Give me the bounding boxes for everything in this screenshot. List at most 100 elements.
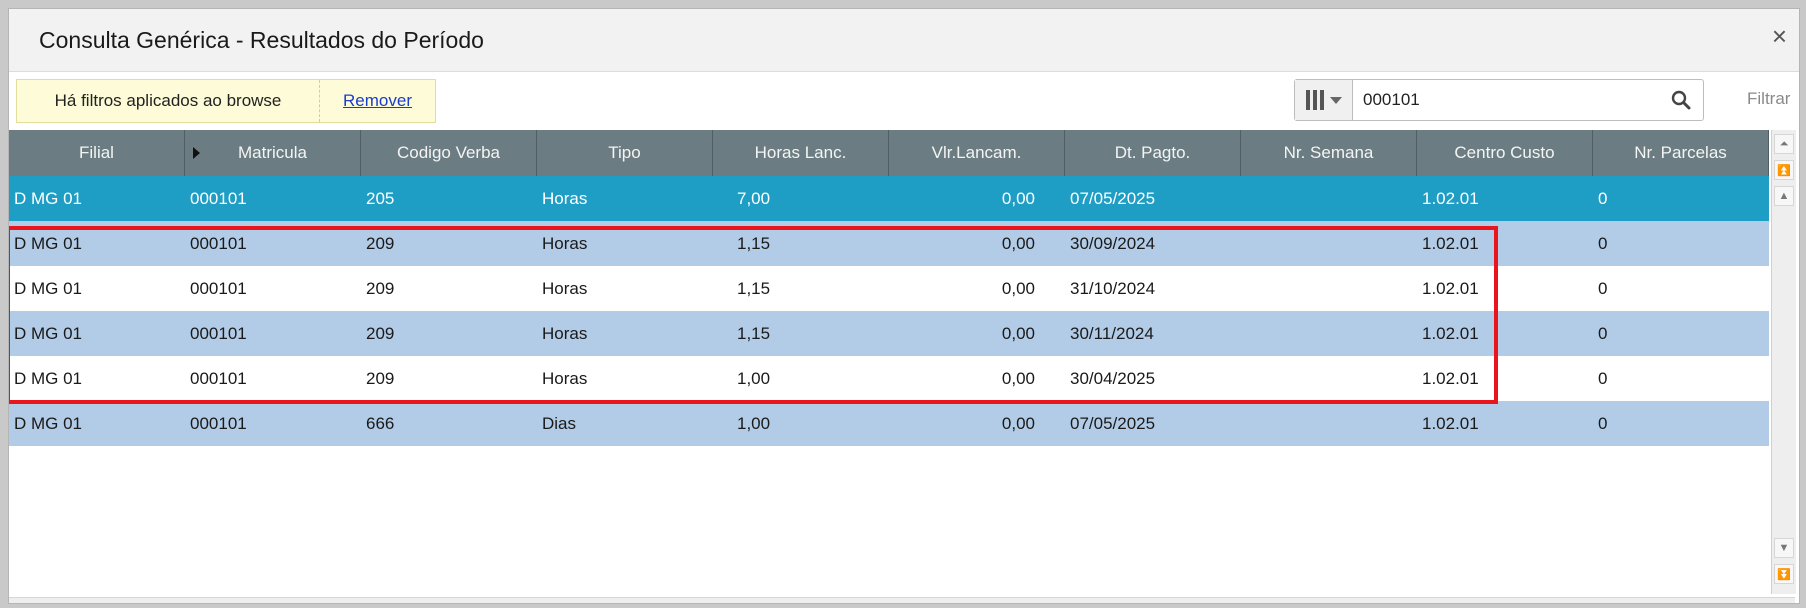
scroll-page-up-icon[interactable]: ⏫ (1774, 160, 1794, 180)
cell-tipo: Horas (542, 368, 588, 388)
table-row[interactable]: D MG 01 000101 209 Horas 1,15 0,00 30/09… (9, 221, 1769, 266)
cell-horas-lanc: 1,15 (737, 278, 771, 298)
table-row[interactable]: D MG 01 000101 205 Horas 7,00 0,00 07/05… (9, 176, 1769, 221)
column-header-nr-semana[interactable]: Nr. Semana (1241, 130, 1417, 176)
title-bar: Consulta Genérica - Resultados do Períod… (9, 9, 1799, 72)
columns-button[interactable] (1295, 80, 1353, 120)
vertical-scrollbar[interactable]: ⏶ ⏫ ▲ ▼ ⏬ (1771, 130, 1796, 594)
cell-filial: D MG 01 (14, 278, 83, 298)
cell-vlr-lancam: 0,00 (1001, 278, 1035, 298)
cell-horas-lanc: 1,15 (737, 323, 771, 343)
columns-icon (1305, 90, 1324, 110)
cell-tipo: Dias (542, 413, 577, 433)
filter-notice: Há filtros aplicados ao browse Remover (16, 79, 436, 123)
cell-vlr-lancam: 0,00 (1001, 323, 1035, 343)
cell-codigo-verba: 209 (366, 233, 395, 253)
cell-matricula: 000101 (190, 323, 247, 343)
cell-horas-lanc: 1,00 (737, 368, 771, 388)
cell-matricula: 000101 (190, 278, 247, 298)
cell-vlr-lancam: 0,00 (1001, 413, 1035, 433)
scroll-up-icon[interactable]: ▲ (1774, 186, 1794, 206)
cell-nr-semana (1241, 221, 1417, 266)
column-header-horas-lanc[interactable]: Horas Lanc. (713, 130, 889, 176)
cell-tipo: Horas (542, 233, 588, 253)
dialog-title: Consulta Genérica - Resultados do Períod… (39, 27, 484, 53)
cell-centro-custo: 1.02.01 (1422, 233, 1479, 253)
cell-dt-pagto: 30/04/2025 (1070, 368, 1156, 388)
cell-centro-custo: 1.02.01 (1422, 278, 1479, 298)
cell-dt-pagto: 30/09/2024 (1070, 233, 1156, 253)
horizontal-scroll-thumb[interactable] (37, 603, 1351, 604)
table-row[interactable]: D MG 01 000101 666 Dias 1,00 0,00 07/05/… (9, 401, 1769, 446)
cell-horas-lanc: 1,00 (737, 413, 771, 433)
grid-header: Filial Matricula Codigo Verba Tipo Horas… (9, 130, 1769, 176)
results-grid: Filial Matricula Codigo Verba Tipo Horas… (9, 130, 1771, 580)
cell-horas-lanc: 1,15 (737, 233, 771, 253)
search-icon (1671, 90, 1691, 110)
column-header-tipo[interactable]: Tipo (537, 130, 713, 176)
scroll-top-icon[interactable]: ⏶ (1774, 134, 1794, 154)
cell-codigo-verba: 209 (366, 368, 395, 388)
cell-nr-semana (1241, 356, 1417, 401)
column-header-nr-parcelas[interactable]: Nr. Parcelas (1593, 130, 1769, 176)
table-row[interactable]: D MG 01 000101 209 Horas 1,15 0,00 31/10… (9, 266, 1769, 311)
column-header-filial[interactable]: Filial (9, 130, 185, 176)
cell-tipo: Horas (542, 278, 588, 298)
cell-vlr-lancam: 0,00 (1001, 233, 1035, 253)
cell-filial: D MG 01 (14, 323, 83, 343)
column-header-vlr-lancam[interactable]: Vlr.Lancam. (889, 130, 1065, 176)
cell-codigo-verba: 209 (366, 323, 395, 343)
horizontal-scrollbar[interactable]: ◀ ▶ (9, 597, 1795, 604)
search-input[interactable] (1353, 80, 1659, 120)
cell-nr-parcelas: 0 (1598, 278, 1608, 298)
cell-tipo: Horas (542, 323, 588, 343)
cell-dt-pagto: 07/05/2025 (1070, 188, 1156, 208)
cell-tipo: Horas (542, 188, 588, 208)
filter-button[interactable]: Filtrar (1747, 89, 1790, 109)
cell-nr-parcelas: 0 (1598, 233, 1608, 253)
cell-nr-semana (1241, 176, 1417, 221)
cell-matricula: 000101 (190, 368, 247, 388)
cell-matricula: 000101 (190, 188, 247, 208)
cell-nr-parcelas: 0 (1598, 188, 1608, 208)
remove-filter-link[interactable]: Remover (320, 80, 435, 122)
cell-nr-semana (1241, 266, 1417, 311)
table-row[interactable]: D MG 01 000101 209 Horas 1,15 0,00 30/11… (9, 311, 1769, 356)
close-icon[interactable]: × (1772, 23, 1787, 49)
cell-filial: D MG 01 (14, 413, 83, 433)
cell-centro-custo: 1.02.01 (1422, 188, 1479, 208)
cell-nr-parcelas: 0 (1598, 413, 1608, 433)
cell-vlr-lancam: 0,00 (1001, 368, 1035, 388)
cell-codigo-verba: 666 (366, 413, 395, 433)
cell-nr-semana (1241, 311, 1417, 356)
cell-horas-lanc: 7,00 (737, 188, 771, 208)
dialog-window: Consulta Genérica - Resultados do Períod… (8, 8, 1800, 604)
cell-filial: D MG 01 (14, 368, 83, 388)
cell-codigo-verba: 209 (366, 278, 395, 298)
cell-vlr-lancam: 0,00 (1001, 188, 1035, 208)
chevron-down-icon (1329, 96, 1342, 104)
table-row[interactable]: D MG 01 000101 209 Horas 1,00 0,00 30/04… (9, 356, 1769, 401)
scroll-right-icon[interactable]: ▶ (1761, 600, 1770, 603)
grid-body: D MG 01 000101 205 Horas 7,00 0,00 07/05… (9, 176, 1769, 446)
column-header-dt-pagto[interactable]: Dt. Pagto. (1065, 130, 1241, 176)
column-header-matricula[interactable]: Matricula (185, 130, 361, 176)
search-bar (1294, 79, 1704, 121)
cell-centro-custo: 1.02.01 (1422, 323, 1479, 343)
column-header-codigo-verba[interactable]: Codigo Verba (361, 130, 537, 176)
search-button[interactable] (1659, 80, 1703, 120)
scroll-left-icon[interactable]: ◀ (15, 600, 24, 603)
cell-codigo-verba: 205 (366, 188, 395, 208)
filter-message: Há filtros aplicados ao browse (17, 80, 320, 122)
cell-centro-custo: 1.02.01 (1422, 368, 1479, 388)
cell-matricula: 000101 (190, 233, 247, 253)
column-header-centro-custo[interactable]: Centro Custo (1417, 130, 1593, 176)
scroll-page-down-icon[interactable]: ⏬ (1774, 564, 1794, 584)
sort-indicator-icon (193, 147, 200, 159)
cell-nr-parcelas: 0 (1598, 323, 1608, 343)
cell-nr-parcelas: 0 (1598, 368, 1608, 388)
cell-centro-custo: 1.02.01 (1422, 413, 1479, 433)
cell-dt-pagto: 30/11/2024 (1070, 323, 1154, 343)
cell-filial: D MG 01 (14, 188, 83, 208)
scroll-down-icon[interactable]: ▼ (1774, 538, 1794, 558)
